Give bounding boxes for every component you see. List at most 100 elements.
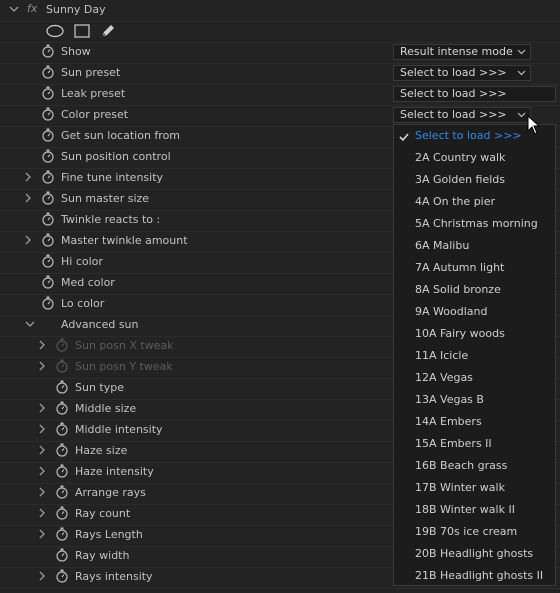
stopwatch-icon[interactable] xyxy=(41,65,55,79)
property-label: Master twinkle amount xyxy=(61,234,188,247)
dropdown-value: Select to load >>> xyxy=(400,108,507,121)
stopwatch-icon[interactable] xyxy=(55,422,69,436)
stopwatch-icon[interactable] xyxy=(55,569,69,583)
stopwatch-icon[interactable] xyxy=(41,86,55,100)
property-label: Rays Length xyxy=(75,528,143,541)
menu-item[interactable]: 14A Embers xyxy=(394,411,555,433)
checkmark-icon xyxy=(398,129,410,142)
twirl-open-icon[interactable] xyxy=(25,317,35,331)
menu-item[interactable]: 15A Embers II xyxy=(394,433,555,455)
property-row-leak-preset[interactable]: Leak preset Select to load >>> xyxy=(0,84,560,106)
twirl-closed-icon[interactable] xyxy=(37,506,47,520)
fx-badge[interactable]: fx xyxy=(27,2,37,15)
stopwatch-icon[interactable] xyxy=(41,296,55,310)
stopwatch-icon[interactable] xyxy=(55,485,69,499)
rectangle-mask-icon[interactable] xyxy=(74,24,90,41)
stopwatch-icon[interactable] xyxy=(55,548,69,562)
property-label: Hi color xyxy=(61,255,103,268)
menu-item[interactable]: 13A Vegas B xyxy=(394,389,555,411)
menu-item[interactable]: 11A Icicle xyxy=(394,345,555,367)
property-label: Fine tune intensity xyxy=(61,171,164,184)
show-dropdown[interactable]: Result intense mode xyxy=(393,44,531,60)
property-label: Sun position control xyxy=(61,150,171,163)
color-preset-menu: Select to load >>> 2A Country walk 3A Gold… xyxy=(393,124,556,586)
menu-item[interactable]: 10A Fairy woods xyxy=(394,323,555,345)
property-label: Get sun location from xyxy=(61,129,181,142)
twirl-closed-icon[interactable] xyxy=(37,422,47,436)
twirl-closed-icon[interactable] xyxy=(23,191,33,205)
stopwatch-icon[interactable] xyxy=(41,233,55,247)
effect-twirl-open-icon[interactable] xyxy=(9,2,19,16)
twirl-closed-icon[interactable] xyxy=(23,170,33,184)
menu-item[interactable]: 16B Beach grass xyxy=(394,455,555,477)
twirl-closed-icon[interactable] xyxy=(37,401,47,415)
menu-item[interactable]: 19B 70s ice cream xyxy=(394,521,555,543)
sun-preset-dropdown[interactable]: Select to load >>> xyxy=(393,65,531,81)
effect-name: Sunny Day xyxy=(46,3,106,16)
twirl-closed-icon[interactable] xyxy=(37,359,47,373)
ellipse-mask-icon[interactable] xyxy=(46,24,64,41)
property-label: Haze intensity xyxy=(75,465,154,478)
stopwatch-icon[interactable] xyxy=(41,254,55,268)
property-row-show[interactable]: Show Result intense mode xyxy=(0,42,560,64)
property-row-sun-preset[interactable]: Sun preset Select to load >>> xyxy=(0,63,560,85)
menu-item-label: 16B Beach grass xyxy=(415,459,508,472)
stopwatch-icon xyxy=(55,338,69,352)
property-label: Lo color xyxy=(61,297,105,310)
twirl-closed-icon[interactable] xyxy=(37,464,47,478)
property-label: Rays intensity xyxy=(75,570,153,583)
stopwatch-icon[interactable] xyxy=(41,191,55,205)
menu-item[interactable]: 18B Winter walk II xyxy=(394,499,555,521)
stopwatch-icon[interactable] xyxy=(55,506,69,520)
stopwatch-icon[interactable] xyxy=(55,380,69,394)
stopwatch-icon[interactable] xyxy=(55,527,69,541)
dropdown-value: Select to load >>> xyxy=(400,66,507,79)
stopwatch-icon[interactable] xyxy=(41,170,55,184)
menu-item-label: 6A Malibu xyxy=(415,239,470,252)
menu-item[interactable]: 6A Malibu xyxy=(394,235,555,257)
mouse-cursor-icon xyxy=(527,114,541,138)
menu-item[interactable]: 9A Woodland xyxy=(394,301,555,323)
menu-item[interactable]: 21B Headlight ghosts II xyxy=(394,565,555,587)
menu-item-label: Select to load >>> xyxy=(415,129,522,142)
menu-item-label: 14A Embers xyxy=(415,415,482,428)
property-label: Advanced sun xyxy=(61,318,139,331)
menu-item[interactable]: 3A Golden fields xyxy=(394,169,555,191)
menu-item[interactable]: 12A Vegas xyxy=(394,367,555,389)
twirl-closed-icon[interactable] xyxy=(37,527,47,541)
twirl-closed-icon[interactable] xyxy=(37,569,47,583)
property-label: Sun type xyxy=(75,381,124,394)
leak-preset-dropdown[interactable]: Select to load >>> xyxy=(393,86,556,102)
pen-mask-icon[interactable] xyxy=(100,23,116,42)
menu-item-label: 5A Christmas morning xyxy=(415,217,538,230)
property-label: Middle intensity xyxy=(75,423,163,436)
twirl-closed-icon[interactable] xyxy=(37,485,47,499)
menu-item[interactable]: 4A On the pier xyxy=(394,191,555,213)
twirl-closed-icon[interactable] xyxy=(37,338,47,352)
stopwatch-icon[interactable] xyxy=(55,443,69,457)
twirl-closed-icon[interactable] xyxy=(23,233,33,247)
stopwatch-icon[interactable] xyxy=(55,464,69,478)
stopwatch-icon[interactable] xyxy=(41,275,55,289)
stopwatch-icon[interactable] xyxy=(41,149,55,163)
menu-item[interactable]: 5A Christmas morning xyxy=(394,213,555,235)
menu-item[interactable]: 17B Winter walk xyxy=(394,477,555,499)
menu-item-label: 4A On the pier xyxy=(415,195,496,208)
stopwatch-icon[interactable] xyxy=(41,107,55,121)
color-preset-dropdown[interactable]: Select to load >>> xyxy=(393,107,531,123)
menu-item[interactable]: 8A Solid bronze xyxy=(394,279,555,301)
stopwatch-icon[interactable] xyxy=(41,128,55,142)
menu-item[interactable]: 20B Headlight ghosts xyxy=(394,543,555,565)
menu-item[interactable]: 7A Autumn light xyxy=(394,257,555,279)
stopwatch-icon[interactable] xyxy=(41,44,55,58)
dropdown-value: Result intense mode xyxy=(400,45,513,58)
property-label: Ray count xyxy=(75,507,131,520)
menu-item[interactable]: 2A Country walk xyxy=(394,147,555,169)
stopwatch-icon[interactable] xyxy=(55,401,69,415)
chevron-down-icon xyxy=(517,66,526,80)
menu-item-label: 15A Embers II xyxy=(415,437,492,450)
stopwatch-icon[interactable] xyxy=(41,212,55,226)
twirl-closed-icon[interactable] xyxy=(37,443,47,457)
menu-item-label: 2A Country walk xyxy=(415,151,506,164)
property-label: Show xyxy=(61,45,91,58)
